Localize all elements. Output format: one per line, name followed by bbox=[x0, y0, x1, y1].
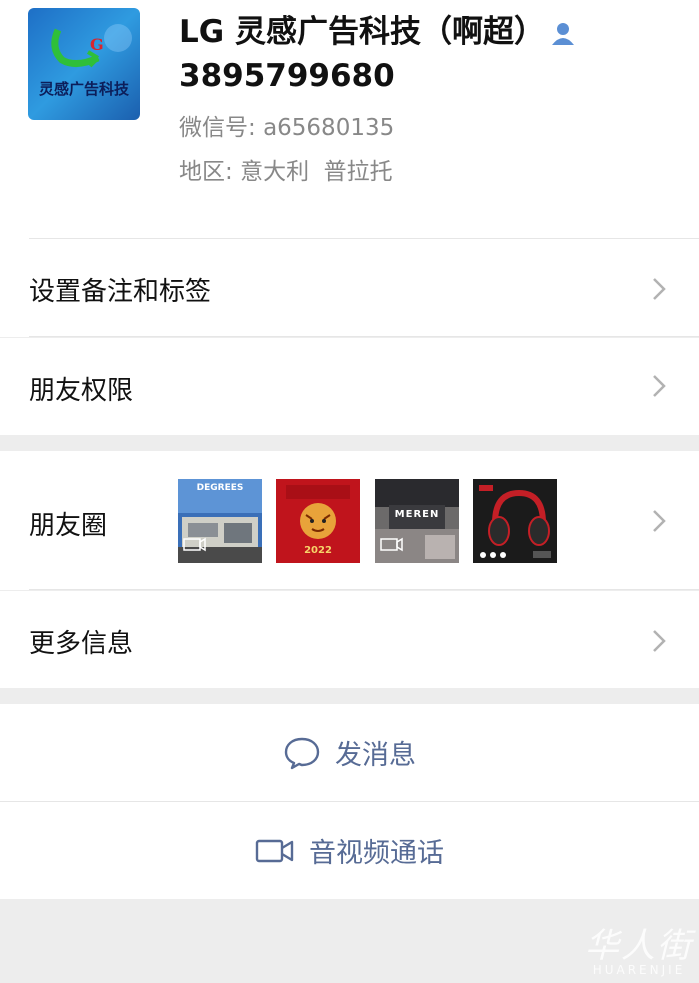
moments-thumbnail[interactable]: 2022 bbox=[276, 479, 360, 563]
wechat-id-line: 微信号: a65680135 bbox=[179, 108, 394, 142]
thumbnail-caption: DEGREES bbox=[196, 483, 244, 493]
contact-icon bbox=[552, 22, 574, 45]
region-value: 意大利 普拉托 bbox=[240, 159, 393, 185]
thumbnail-caption: MEREN bbox=[394, 509, 440, 520]
chevron-right-icon bbox=[653, 510, 666, 532]
thumbnail-caption: 2022 bbox=[304, 545, 332, 556]
moments-thumbnail[interactable]: DEGREES bbox=[178, 479, 262, 563]
wechat-id-value: a65680135 bbox=[263, 115, 395, 141]
moments-thumbnail[interactable]: MEREN bbox=[375, 479, 459, 563]
video-call-button[interactable]: 音视频通话 bbox=[0, 802, 699, 899]
chevron-right-icon bbox=[653, 375, 666, 397]
contact-name: LG 灵感广告科技（啊超） bbox=[179, 12, 679, 52]
watermark: 华人街 HUARENJIE bbox=[585, 918, 693, 977]
chat-bubble-icon bbox=[284, 737, 320, 769]
region-line: 地区: 意大利 普拉托 bbox=[179, 152, 393, 186]
divider bbox=[29, 336, 699, 337]
avatar[interactable]: G 灵感广告科技 bbox=[28, 8, 140, 120]
more-info-row[interactable]: 更多信息 bbox=[0, 591, 699, 688]
contact-phone: 3895799680 bbox=[179, 58, 395, 94]
chevron-right-icon bbox=[653, 278, 666, 300]
send-message-label: 发消息 bbox=[335, 740, 416, 771]
remark-tags-label: 设置备注和标签 bbox=[29, 277, 212, 307]
video-call-label: 音视频通话 bbox=[309, 838, 444, 869]
watermark-text: 华人街 bbox=[585, 926, 693, 966]
region-label: 地区: bbox=[179, 159, 233, 185]
avatar-text: 灵感广告科技 bbox=[38, 80, 129, 98]
friend-permissions-row[interactable]: 朋友权限 bbox=[0, 338, 699, 435]
friend-permissions-label: 朋友权限 bbox=[29, 376, 134, 406]
remark-tags-row[interactable]: 设置备注和标签 bbox=[0, 239, 699, 337]
wechat-id-label: 微信号: bbox=[179, 115, 256, 141]
send-message-button[interactable]: 发消息 bbox=[0, 704, 699, 801]
svg-text:G: G bbox=[90, 35, 104, 54]
moments-label: 朋友圈 bbox=[29, 511, 108, 541]
video-camera-icon bbox=[255, 839, 294, 862]
more-info-label: 更多信息 bbox=[29, 629, 134, 659]
watermark-subtext: HUARENJIE bbox=[592, 963, 686, 977]
contact-name-text: LG 灵感广告科技（啊超） bbox=[179, 14, 545, 50]
moments-thumbnail[interactable] bbox=[473, 479, 557, 563]
divider bbox=[29, 589, 699, 590]
profile-header: G 灵感广告科技 LG 灵感广告科技（啊超） 3895799680 微信号: a… bbox=[0, 0, 699, 239]
chevron-right-icon bbox=[653, 630, 666, 652]
